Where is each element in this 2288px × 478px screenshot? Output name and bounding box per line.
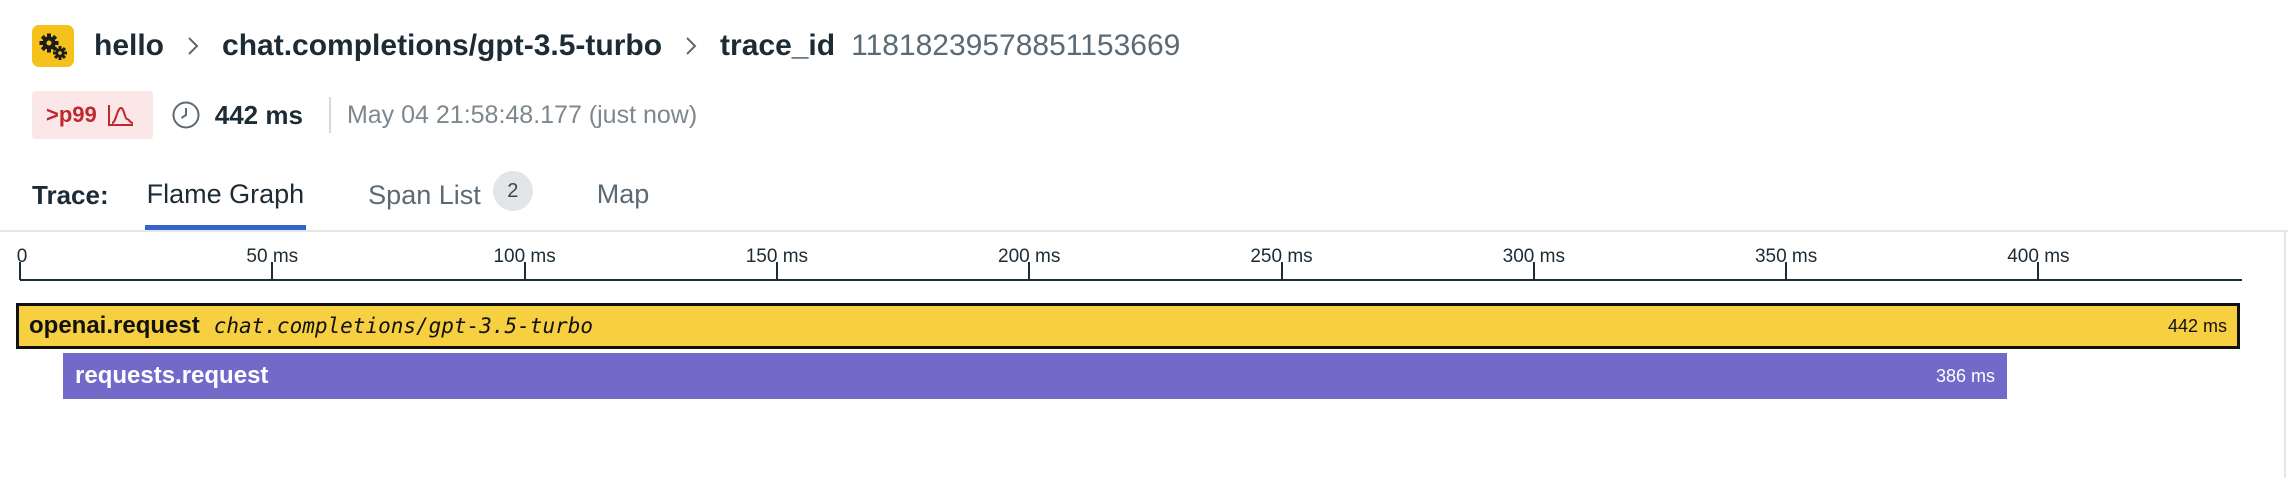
breadcrumb: hello chat.completions/gpt-3.5-turbo tra…	[32, 22, 1180, 70]
chevron-right-icon	[188, 37, 199, 55]
trace-id-value: 11818239578851153669	[851, 29, 1181, 62]
axis-tick-label: 200 ms	[998, 246, 1061, 267]
span-duration: 386 ms	[1935, 365, 1995, 386]
axis-tick-label: 50 ms	[246, 246, 299, 267]
tab-map[interactable]: Map	[595, 179, 652, 230]
axis-tick-label: 350 ms	[1754, 246, 1818, 267]
axis-tick-label: 100 ms	[493, 246, 556, 267]
clock-icon	[172, 101, 200, 129]
span-count-badge: 2	[492, 171, 533, 211]
gears-icon	[32, 25, 74, 67]
axis-tick-label: 250 ms	[1250, 246, 1313, 267]
axis-tick-label: 150 ms	[745, 246, 809, 267]
meta-divider	[328, 97, 331, 133]
axis-tick-label: 0	[16, 246, 28, 267]
tab-map-label: Map	[596, 179, 650, 209]
percentile-badge[interactable]: >p99	[32, 91, 153, 139]
span-openai-request[interactable]: openai.request chat.completions/gpt-3.5-…	[16, 303, 2240, 349]
span-resource: chat.completions/gpt-3.5-turbo	[213, 314, 594, 338]
span-name: openai.request	[29, 312, 200, 339]
span-requests-request[interactable]: requests.request 386 ms	[63, 353, 2007, 399]
breadcrumb-trace-label: trace_id	[720, 29, 836, 62]
trace-duration: 442 ms	[214, 99, 303, 130]
breadcrumb-service[interactable]: hello	[94, 29, 164, 63]
tab-span-list[interactable]: Span List 2	[366, 171, 535, 231]
breadcrumb-resource[interactable]: chat.completions/gpt-3.5-turbo	[222, 29, 662, 63]
trace-meta: >p99 442 ms May 04 21:58:48.177 (just no…	[32, 90, 697, 140]
trace-timestamp: May 04 21:58:48.177 (just now)	[346, 100, 698, 129]
axis-tick-label: 400 ms	[2007, 246, 2070, 267]
tab-span-list-label: Span List	[368, 179, 481, 210]
chevron-right-icon	[686, 37, 697, 55]
tab-flame-graph-label: Flame Graph	[146, 179, 305, 209]
trace-view-tabs: Trace: Flame Graph Span List 2 Map	[32, 168, 711, 231]
axis-tick-label: 300 ms	[1502, 246, 1565, 267]
span-name: requests.request	[75, 362, 269, 389]
tabs-label: Trace:	[32, 180, 109, 210]
latency-distribution-icon	[107, 105, 133, 126]
percentile-badge-label: >p99	[46, 102, 97, 127]
time-axis: 0 50 ms 100 ms 150 ms 200 ms 250 ms 300 ms 350 …	[0, 232, 2288, 282]
tab-flame-graph[interactable]: Flame Graph	[144, 179, 307, 231]
span-duration: 442 ms	[2167, 315, 2227, 336]
axis-line	[20, 279, 2242, 281]
